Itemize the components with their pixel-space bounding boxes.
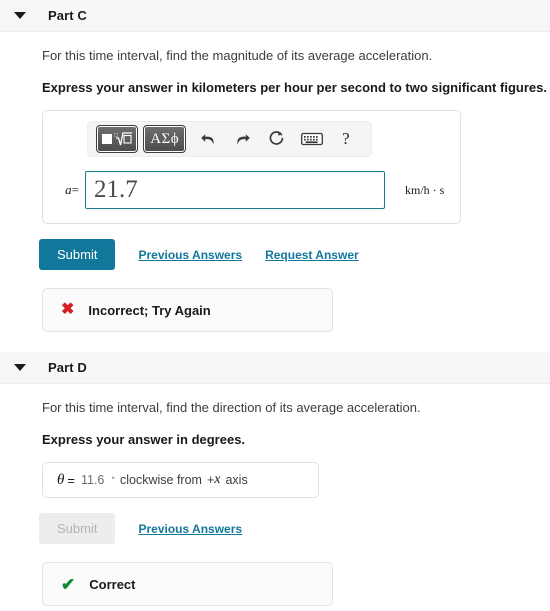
- triangle-down-icon[interactable]: [14, 364, 26, 372]
- help-question-icon[interactable]: ?: [332, 125, 360, 153]
- part-c-feedback-incorrect: ✖ Incorrect; Try Again: [42, 288, 333, 333]
- part-c-title: Part C: [48, 8, 87, 23]
- triangle-down-icon[interactable]: [14, 12, 26, 19]
- part-c-units: km/h · s: [405, 182, 445, 197]
- part-d-feedback-text: Correct: [89, 576, 136, 592]
- part-c-answer-panel: □ ΑΣϕ ? a= 21.7 km/h · s: [42, 110, 461, 225]
- part-d-direction-text: clockwise from: [119, 473, 202, 488]
- undo-arrow-icon[interactable]: [194, 125, 222, 153]
- problem-page: Part C For this time interval, find the …: [0, 0, 550, 611]
- part-c-feedback-text: Incorrect; Try Again: [88, 302, 211, 318]
- help-label: ?: [342, 129, 350, 149]
- greek-letters-label: ΑΣϕ: [150, 130, 180, 147]
- part-c-previous-answers-link[interactable]: Previous Answers: [138, 248, 242, 262]
- part-c-body: For this time interval, find the magnitu…: [0, 47, 550, 352]
- part-d-header[interactable]: Part D: [0, 352, 550, 385]
- part-d-title: Part D: [48, 360, 87, 376]
- part-c-variable-label: a=: [55, 182, 85, 198]
- part-d-axis-word: axis: [225, 473, 248, 488]
- red-x-icon: ✖: [61, 301, 75, 319]
- part-c-submit-button[interactable]: Submit: [39, 239, 116, 271]
- math-toolbar: □ ΑΣϕ ?: [87, 121, 372, 158]
- part-c-request-answer-link[interactable]: Request Answer: [265, 248, 359, 262]
- keyboard-icon[interactable]: [297, 125, 325, 153]
- part-d-instruction: Express your answer in degrees.: [42, 431, 246, 447]
- green-check-icon: ✔: [61, 574, 76, 594]
- part-d-variable-symbol: θ: [57, 471, 65, 488]
- part-d-answer-value: 11.6: [80, 473, 105, 488]
- part-c-section: Part C For this time interval, find the …: [0, 0, 550, 352]
- part-c-header[interactable]: Part C: [0, 0, 550, 32]
- part-d-action-row: Submit Previous Answers: [39, 513, 550, 545]
- part-c-answer-row: a= km/h · s: [55, 171, 448, 210]
- part-c-instruction: Express your answer in kilometers per ho…: [42, 79, 547, 95]
- part-c-action-row: Submit Previous Answers Request Answer: [39, 239, 550, 271]
- part-c-answer-input[interactable]: [85, 171, 385, 210]
- redo-arrow-icon[interactable]: [229, 125, 257, 153]
- equals-sign: =: [71, 182, 79, 198]
- part-d-prompt: For this time interval, find the directi…: [42, 400, 421, 416]
- part-d-section: Part D For this time interval, find the …: [0, 352, 550, 607]
- part-d-equals-sign: =: [67, 472, 75, 488]
- part-d-answer-box[interactable]: θ = 11.6 ° clockwise from + x axis: [42, 462, 319, 499]
- reset-circular-arrow-icon[interactable]: [263, 125, 291, 153]
- part-d-previous-answers-link[interactable]: Previous Answers: [138, 522, 242, 536]
- degree-symbol: °: [111, 475, 115, 486]
- axis-variable: x: [214, 472, 221, 488]
- part-d-submit-button[interactable]: Submit: [39, 513, 116, 545]
- math-template-radical-icon[interactable]: □: [96, 125, 138, 154]
- part-c-prompt: For this time interval, find the magnitu…: [42, 48, 433, 63]
- greek-letters-button[interactable]: ΑΣϕ: [143, 125, 187, 154]
- part-d-body: For this time interval, find the directi…: [0, 399, 550, 607]
- part-d-feedback-correct: ✔ Correct: [42, 562, 333, 607]
